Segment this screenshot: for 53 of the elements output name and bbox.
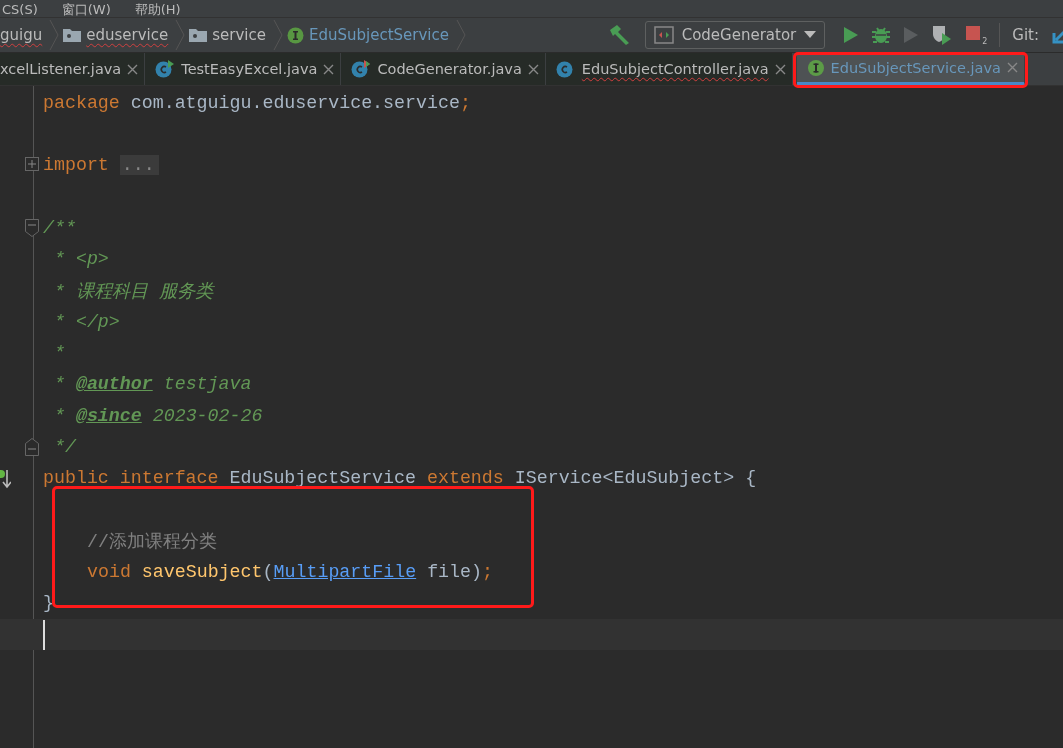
editor-tab[interactable]: TestEasyExcel.java xyxy=(145,53,342,85)
chevron-separator-icon xyxy=(272,20,283,50)
debug-bug-icon[interactable] xyxy=(871,25,892,45)
chevron-separator-icon xyxy=(175,20,186,50)
folder-icon xyxy=(189,28,208,42)
collapse-fold-icon[interactable] xyxy=(25,219,39,238)
code-line: package com.atguigu.eduservice.service; xyxy=(43,92,471,113)
editor-tab[interactable]: CodeGenerator.java xyxy=(341,53,546,85)
code-line: * @author testjava xyxy=(52,374,252,395)
close-icon[interactable] xyxy=(774,63,786,75)
chevron-separator-icon xyxy=(456,20,466,50)
code-line: */ xyxy=(52,436,76,457)
menu-item[interactable]: 帮助(H) xyxy=(132,2,183,17)
interface-icon xyxy=(806,58,825,77)
run-configuration-dropdown[interactable]: CodeGenerator xyxy=(644,21,826,49)
play-icon[interactable] xyxy=(903,26,920,44)
vcs-label: Git: xyxy=(1012,26,1039,44)
menu-item[interactable]: CS(S) xyxy=(0,2,40,17)
caret-icon xyxy=(804,31,817,39)
expand-fold-icon[interactable] xyxy=(25,156,39,171)
close-icon[interactable] xyxy=(1006,62,1018,73)
run-icon[interactable] xyxy=(843,26,860,44)
fold-end-icon[interactable] xyxy=(25,438,39,457)
code-line: /** xyxy=(43,217,76,238)
chevron-separator-icon xyxy=(49,20,60,50)
breadcrumb-item[interactable]: eduservice xyxy=(86,26,169,44)
close-icon[interactable] xyxy=(127,63,139,75)
text-cursor xyxy=(43,619,45,650)
implemented-marker-icon[interactable] xyxy=(0,467,11,490)
breadcrumb-item[interactable]: guigu xyxy=(0,26,43,44)
breadcrumb-item[interactable]: EduSubjectService xyxy=(308,26,449,44)
code-line: * xyxy=(52,343,65,363)
code-line: import ... xyxy=(43,155,159,176)
code-line: public interface EduSubjectService extends IService<EduSubject> { xyxy=(43,468,757,489)
code-line: //添加课程分类 xyxy=(87,531,217,554)
code-line: void saveSubject(MultipartFile file); xyxy=(87,562,493,583)
code-line: * 课程科目 服务类 xyxy=(52,280,213,303)
editor-tab[interactable]: EduSubjectController.java xyxy=(545,53,793,85)
interface-icon xyxy=(286,26,304,44)
code-line: * <p> xyxy=(52,249,109,270)
code-line: * </p> xyxy=(52,311,120,332)
code-line: * @since 2023-02-26 xyxy=(52,405,263,426)
application-icon xyxy=(653,26,674,44)
close-icon[interactable] xyxy=(323,63,335,75)
editor-tab[interactable]: xcelListener.java xyxy=(0,53,146,85)
menu-item[interactable]: 窗口(W) xyxy=(59,2,113,17)
stop-button[interactable]: 2 xyxy=(965,24,988,46)
class-icon xyxy=(351,60,372,78)
class-icon xyxy=(155,60,176,78)
folder-icon xyxy=(63,28,82,42)
code-line: } xyxy=(43,593,54,614)
close-icon[interactable] xyxy=(527,63,539,75)
breadcrumb-item[interactable]: service xyxy=(212,26,266,44)
